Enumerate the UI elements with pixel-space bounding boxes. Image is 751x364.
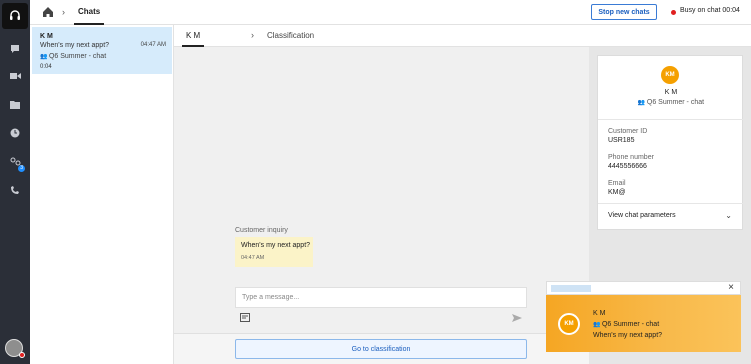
email-value: KM@ [608,189,626,196]
contact-card: KM K M 👥 Q6 Summer - chat Customer ID US… [597,55,744,230]
go-to-classification-button[interactable]: Go to classification [235,339,527,359]
video-icon[interactable] [5,66,25,86]
contact-queue-label: Q6 Summer - chat [646,99,705,106]
group-icon: 👥 [40,54,48,60]
clock-icon[interactable] [5,123,25,143]
chat-list: K M When's my next appt? 04:47 AM 👥 Q6 S… [30,25,174,364]
customer-inquiry-label: Customer inquiry [235,227,288,234]
contact-queue: 👥 Q6 Summer - chat [598,99,744,106]
toast-header: × [546,281,741,295]
top-bar: › Chats Stop new chats Busy on chat 00:0… [30,0,751,25]
nav-rail: 3 [0,0,30,364]
chat-contact-name: K M [40,33,53,40]
chat-icon[interactable] [5,39,25,59]
chat-duration: 0:04 [40,64,52,70]
chevron-right-icon: › [62,7,65,17]
presence-dot [19,352,25,358]
notification-badge: 3 [18,165,25,172]
footer-bar: Go to classification [174,333,589,364]
tab-contact[interactable]: K M [182,25,205,47]
incoming-chat-toast[interactable]: × KM K M 👥 Q6 Summer - chat When's my ne… [546,281,741,352]
status-text: Busy on chat 00:04 [680,7,740,14]
divider [598,119,744,120]
toast-message: When's my next appt? [593,332,663,339]
chat-queue-label: Q6 Summer - chat [48,53,107,60]
message-text: When's my next appt? [241,242,311,249]
phone-value: 4445556666 [608,163,647,170]
view-chat-parameters-button[interactable]: View chat parameters [608,212,676,219]
folder-icon[interactable] [5,94,25,114]
headset-icon[interactable] [2,3,28,29]
message-time: 04:47 AM [241,255,265,261]
message-placeholder: Type a message... [242,294,300,301]
status-indicator [671,10,676,15]
group-icon: 👥 [637,100,646,106]
chat-queue: 👥 Q6 Summer - chat [40,53,106,60]
conversation-area: Customer inquiry When's my next appt? 04… [174,47,589,364]
toast-tag [551,285,591,292]
group-icon: 👥 [593,322,601,328]
customer-id-label: Customer ID [608,128,648,135]
phone-label: Phone number [608,154,654,161]
chat-list-item[interactable]: K M When's my next appt? 04:47 AM 👥 Q6 S… [32,27,172,74]
stop-new-chats-button[interactable]: Stop new chats [591,4,657,20]
send-icon[interactable] [512,313,522,323]
tab-chats[interactable]: Chats [74,0,105,25]
toast-queue-label: Q6 Summer - chat [601,321,660,328]
home-icon[interactable] [42,6,54,18]
chat-last-message: When's my next appt? [40,42,110,49]
chevron-down-icon[interactable]: ⌄ [725,211,732,220]
contact-name: K M [664,89,678,96]
template-icon[interactable] [240,313,250,322]
tab-classification[interactable]: Classification [267,31,314,40]
chevron-right-icon: › [251,30,254,40]
toast-body[interactable]: KM K M 👥 Q6 Summer - chat When's my next… [546,295,741,352]
message-input[interactable]: Type a message... [235,287,527,308]
email-label: Email [608,180,626,187]
transfer-icon[interactable]: 3 [5,152,25,172]
divider [598,203,744,204]
toast-contact-name: K M [593,310,606,317]
message-bubble: When's my next appt? 04:47 AM [235,237,313,267]
contact-avatar: KM [661,66,679,84]
toast-avatar: KM [558,313,580,335]
conversation-tabs: K M › Classification [174,25,751,47]
customer-id-value: USR185 [608,137,635,144]
close-icon[interactable]: × [728,282,734,293]
phone-forward-icon[interactable] [5,180,25,200]
toast-queue: 👥 Q6 Summer - chat [593,321,659,328]
chat-time: 04:47 AM [140,42,166,48]
